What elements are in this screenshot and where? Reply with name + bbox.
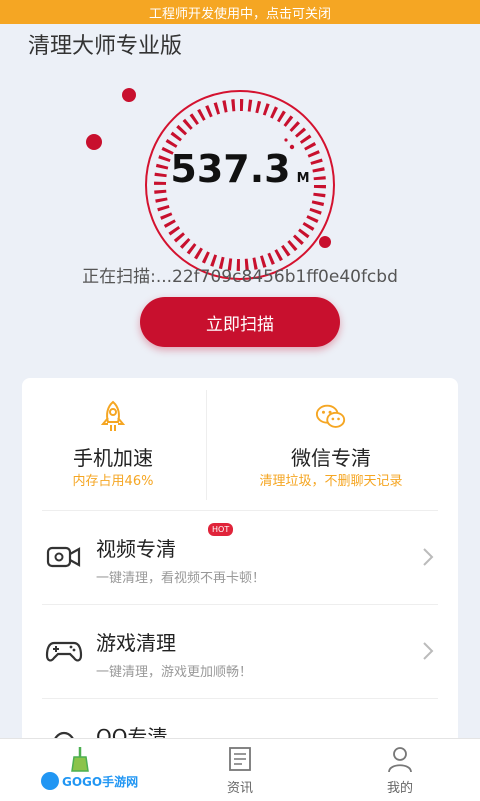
row-title: 游戏清理	[96, 631, 176, 655]
tab-news[interactable]: 资讯	[160, 739, 320, 801]
divider	[206, 390, 207, 500]
decor-dot	[86, 134, 102, 150]
hot-badge: HOT	[208, 523, 234, 536]
wechat-icon	[315, 404, 346, 428]
feature-title: 微信专清	[291, 446, 371, 470]
scan-now-button[interactable]: 立即扫描	[140, 297, 340, 347]
tab-label: 资讯	[226, 781, 253, 796]
list-item-game-clean[interactable]: 游戏清理 一键清理，游戏更加顺畅！	[42, 604, 438, 699]
scan-status: 正在扫描:...22f709c8456b1ff0e40fcbd	[82, 267, 398, 287]
feature-subtitle: 内存占用46%	[72, 474, 154, 489]
row-subtitle: 一键清理，游戏更加顺畅！	[96, 665, 253, 680]
chevron-right-icon	[423, 548, 434, 566]
app-title: 清理大师专业版	[28, 34, 183, 59]
rocket-icon	[100, 400, 126, 431]
gamepad-icon	[45, 641, 83, 662]
chevron-right-icon	[423, 642, 434, 660]
tools-card: 手机加速 内存占用46% 微信专清 清理垃圾，不删聊天记录 视频专清 HOT 一…	[22, 378, 458, 798]
row-title: 视频专清	[96, 537, 176, 561]
video-camera-icon	[46, 546, 81, 568]
watermark-logo: GOGO手游网	[41, 772, 138, 790]
decor-dot	[122, 88, 136, 102]
feature-subtitle: 清理垃圾，不删聊天记录	[259, 474, 403, 489]
news-icon	[229, 747, 251, 771]
gauge-unit: M	[296, 171, 310, 186]
gauge-value: 537.3	[170, 147, 291, 191]
storage-gauge: 537.3 M	[140, 85, 340, 285]
feature-title: 手机加速	[73, 446, 153, 470]
tab-mine[interactable]: 我的	[320, 739, 480, 801]
watermark-logo-text: GOGO手游网	[62, 774, 138, 789]
tab-label: 我的	[386, 781, 413, 796]
gauge-readout: 537.3 M	[140, 147, 340, 201]
dev-banner[interactable]: 工程师开发使用中，点击可关闭	[0, 0, 480, 24]
user-icon	[388, 747, 412, 773]
feature-wechat-clean[interactable]: 微信专清 清理垃圾，不删聊天记录	[240, 378, 422, 503]
list-item-video-clean[interactable]: 视频专清 HOT 一键清理，看视频不再卡顿！	[42, 510, 438, 605]
feature-phone-boost[interactable]: 手机加速 内存占用46%	[22, 378, 204, 503]
row-subtitle: 一键清理，看视频不再卡顿！	[96, 571, 266, 586]
